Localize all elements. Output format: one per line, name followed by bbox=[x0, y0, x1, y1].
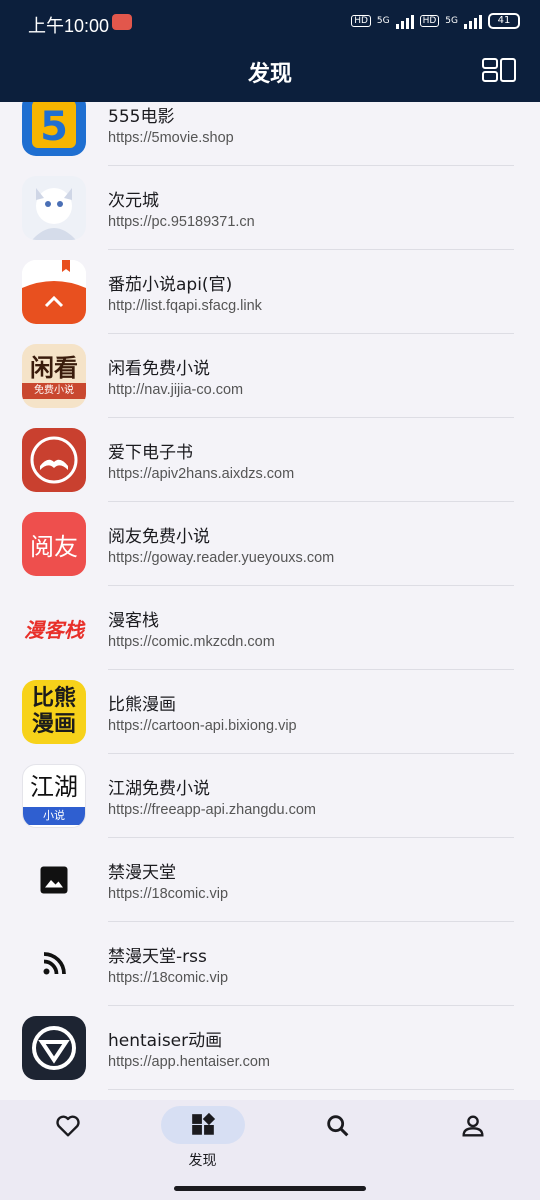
item-url: https://pc.95189371.cn bbox=[108, 214, 255, 230]
xiankan-logo-icon: 闲看 免费小说 bbox=[22, 344, 86, 408]
list-item[interactable]: hentaiser动画 https://app.hentaiser.com bbox=[0, 1006, 540, 1090]
tomato-novel-logo-icon bbox=[22, 260, 86, 324]
person-icon bbox=[461, 1115, 484, 1137]
list-item[interactable]: 次元城 https://pc.95189371.cn bbox=[0, 166, 540, 250]
list-item[interactable]: 江湖 小说 江湖免费小说 https://freeapp-api.zhangdu… bbox=[0, 754, 540, 838]
list-item[interactable]: 漫客栈 漫客栈 https://comic.mkzcdn.com bbox=[0, 586, 540, 670]
heart-icon bbox=[55, 1115, 80, 1137]
status-indicators: HD 5G HD 5G 41 bbox=[351, 13, 520, 29]
item-name: 漫客栈 bbox=[108, 611, 159, 631]
status-bar: 上午10:00 HD 5G HD 5G 41 bbox=[0, 0, 540, 46]
nav-discover-label: 发现 bbox=[188, 1153, 217, 1169]
item-name: hentaiser动画 bbox=[108, 1031, 223, 1051]
jianghu-logo-icon: 江湖 小说 bbox=[22, 764, 86, 828]
item-url: https://18comic.vip bbox=[108, 886, 229, 902]
home-indicator[interactable] bbox=[174, 1186, 366, 1191]
logo-sub: 免费小说 bbox=[22, 383, 86, 399]
mankezhan-logo-icon: 漫客栈 bbox=[22, 596, 86, 660]
aixia-book-logo-icon bbox=[22, 428, 86, 492]
item-name: 比熊漫画 bbox=[108, 695, 176, 715]
source-list: 5 555电影 https://5movie.shop 次元城 https://… bbox=[0, 82, 540, 1090]
signal-icon bbox=[464, 13, 482, 29]
page-title: 发现 bbox=[247, 62, 292, 87]
item-name: 番茄小说api(官) bbox=[108, 275, 233, 295]
battery-icon: 41 bbox=[488, 13, 520, 29]
nav-favorites[interactable] bbox=[0, 1106, 135, 1170]
item-name: 阅友免费小说 bbox=[108, 527, 210, 547]
logo-text: 漫客栈 bbox=[24, 617, 84, 642]
item-name: 闲看免费小说 bbox=[108, 359, 210, 379]
item-url: https://freeapp-api.zhangdu.com bbox=[108, 802, 316, 818]
logo-text: 江湖 bbox=[30, 773, 78, 801]
layout-grid-icon bbox=[482, 58, 516, 82]
item-name: 次元城 bbox=[108, 191, 159, 211]
image-placeholder-icon bbox=[22, 848, 86, 912]
item-url: http://nav.jijia-co.com bbox=[108, 382, 244, 398]
nav-pill-active bbox=[160, 1106, 245, 1144]
layout-toggle-button[interactable] bbox=[482, 58, 516, 82]
nav-search[interactable] bbox=[270, 1106, 405, 1170]
item-url: https://18comic.vip bbox=[108, 970, 229, 986]
discover-grid-icon bbox=[191, 1112, 215, 1135]
item-name: 555电影 bbox=[108, 107, 175, 127]
net-5g-label: 5G bbox=[376, 16, 390, 26]
hd-icon: HD bbox=[419, 15, 440, 27]
hd-icon: HD bbox=[351, 15, 371, 27]
list-item[interactable]: 阅友 阅友免费小说 https://goway.reader.yueyouxs.… bbox=[0, 502, 540, 586]
status-time: 上午10:00 bbox=[28, 16, 110, 36]
item-url: https://comic.mkzcdn.com bbox=[108, 634, 275, 650]
item-name: 江湖免费小说 bbox=[108, 779, 210, 799]
item-name: 爱下电子书 bbox=[108, 443, 193, 463]
nav-pill bbox=[26, 1106, 110, 1146]
item-url: http://list.fqapi.sfacg.link bbox=[108, 298, 262, 314]
yueyou-logo-icon: 阅友 bbox=[22, 512, 86, 576]
item-name: 禁漫天堂-rss bbox=[108, 947, 207, 967]
logo-text: 阅友 bbox=[30, 532, 78, 561]
divider bbox=[108, 1089, 514, 1090]
list-item[interactable]: 禁漫天堂-rss https://18comic.vip bbox=[0, 922, 540, 1006]
nav-profile[interactable] bbox=[405, 1106, 540, 1170]
hentaiser-logo-icon bbox=[22, 1016, 86, 1080]
nav-pill bbox=[296, 1106, 380, 1146]
list-item[interactable]: 闲看 免费小说 闲看免费小说 http://nav.jijia-co.com bbox=[0, 334, 540, 418]
app-header: 上午10:00 HD 5G HD 5G 41 发现 bbox=[0, 0, 540, 102]
ciyuancheng-logo-icon bbox=[22, 176, 86, 240]
bixiong-logo-icon: 比熊漫画 bbox=[22, 680, 86, 744]
nav-pill bbox=[431, 1106, 515, 1146]
signal-icon bbox=[395, 13, 414, 29]
notification-icon bbox=[112, 14, 132, 30]
logo-text: 比熊漫画 bbox=[31, 686, 76, 737]
list-item[interactable]: 爱下电子书 https://apiv2hans.aixdzs.com bbox=[0, 418, 540, 502]
search-icon bbox=[326, 1115, 348, 1137]
net-5g-label: 5G bbox=[445, 16, 458, 26]
list-item[interactable]: 比熊漫画 比熊漫画 https://cartoon-api.bixiong.vi… bbox=[0, 670, 540, 754]
item-url: https://app.hentaiser.com bbox=[108, 1054, 271, 1070]
svg-text:5: 5 bbox=[40, 104, 68, 150]
item-url: https://goway.reader.yueyouxs.com bbox=[108, 550, 335, 566]
nav-discover[interactable]: 发现 bbox=[135, 1106, 270, 1170]
list-item[interactable]: 番茄小说api(官) http://list.fqapi.sfacg.link bbox=[0, 250, 540, 334]
list-item[interactable]: 禁漫天堂 https://18comic.vip bbox=[0, 838, 540, 922]
bottom-nav: 发现 bbox=[0, 1100, 540, 1200]
item-url: https://apiv2hans.aixdzs.com bbox=[108, 466, 295, 482]
logo-sub: 小说 bbox=[23, 807, 85, 825]
item-name: 禁漫天堂 bbox=[108, 863, 176, 883]
item-url: https://5movie.shop bbox=[108, 130, 234, 146]
item-url: https://cartoon-api.bixiong.vip bbox=[108, 718, 297, 734]
rss-feed-icon bbox=[22, 932, 86, 996]
logo-text: 闲看 bbox=[30, 354, 78, 382]
